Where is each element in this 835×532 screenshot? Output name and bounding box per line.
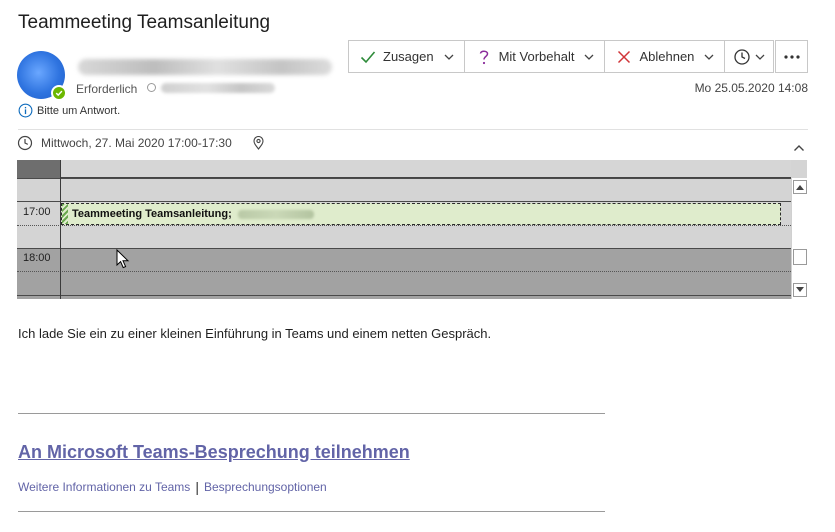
meeting-time-row: Mittwoch, 27. Mai 2020 17:00-17:30 <box>17 135 265 151</box>
recipient-name-redacted[interactable] <box>161 83 275 93</box>
invitation-message: Ich lade Sie ein zu einer kleinen Einfüh… <box>18 326 492 341</box>
calendar-gutter-divider <box>60 160 61 299</box>
response-requested-note: Bitte um Antwort. <box>18 103 120 118</box>
ellipsis-icon <box>783 54 800 59</box>
chevron-down-icon <box>585 54 594 60</box>
presence-available-icon <box>51 85 67 101</box>
triangle-down-icon <box>796 287 804 292</box>
calendar-gridline <box>17 248 791 249</box>
question-icon <box>479 50 488 64</box>
calendar-day-header <box>61 160 791 178</box>
chevron-down-icon <box>444 54 454 60</box>
event-organizer-redacted <box>237 209 314 219</box>
x-icon <box>618 50 631 63</box>
chevron-down-icon <box>755 54 765 60</box>
teams-links-row: Weitere Informationen zu Teams | Besprec… <box>18 479 327 495</box>
calendar-event-label: Teammeeting Teamsanleitung; <box>72 208 232 220</box>
decline-button[interactable]: Ablehnen <box>605 41 726 72</box>
calendar-event[interactable]: Teammeeting Teamsanleitung; <box>61 203 781 225</box>
scroll-thumb[interactable] <box>793 249 807 265</box>
mouse-cursor-icon <box>116 249 130 269</box>
location-pin-icon[interactable] <box>252 136 265 150</box>
triangle-up-icon <box>796 185 804 190</box>
tentative-stripe <box>62 204 68 224</box>
scroll-up-button[interactable] <box>793 180 807 194</box>
calendar-gridline <box>17 295 791 296</box>
meeting-options-link[interactable]: Besprechungsoptionen <box>204 480 327 494</box>
teams-block-divider-bottom <box>18 511 605 512</box>
header-divider <box>18 129 808 130</box>
calendar-time-gutter-header <box>17 160 60 178</box>
meeting-datetime: Mittwoch, 27. Mai 2020 17:00-17:30 <box>41 136 232 150</box>
check-icon <box>360 50 376 63</box>
decline-label: Ablehnen <box>639 49 695 64</box>
recipient-presence-icon <box>147 83 156 92</box>
clock-icon <box>734 48 751 65</box>
scroll-down-button[interactable] <box>793 283 807 297</box>
accept-label: Zusagen <box>383 49 434 64</box>
chevron-down-icon <box>704 54 714 60</box>
more-info-link[interactable]: Weitere Informationen zu Teams <box>18 480 190 494</box>
accept-button[interactable]: Zusagen <box>349 41 465 72</box>
join-teams-meeting-link[interactable]: An Microsoft Teams-Besprechung teilnehme… <box>18 442 410 463</box>
time-label: 17:00 <box>23 206 51 218</box>
snooze-button[interactable] <box>725 41 773 72</box>
response-toolbar: Zusagen Mit Vorbehalt Ablehnen <box>348 40 775 73</box>
teams-block-divider-top <box>18 413 605 414</box>
calendar-gridline <box>17 201 791 202</box>
meeting-title: Teammeeting Teamsanleitung <box>18 12 271 33</box>
more-actions-button[interactable] <box>775 40 808 73</box>
calendar-busy-area <box>17 249 791 299</box>
tentative-label: Mit Vorbehalt <box>498 49 575 64</box>
response-note-text: Bitte um Antwort. <box>37 104 121 117</box>
chevron-up-icon[interactable] <box>793 143 805 153</box>
info-icon <box>18 103 33 118</box>
clock-icon <box>17 135 33 151</box>
calendar-half-hour-line <box>17 271 791 272</box>
calendar-gridline <box>17 178 791 179</box>
time-label: 18:00 <box>23 252 51 264</box>
link-separator: | <box>195 479 199 495</box>
calendar-preview[interactable]: 17:00 18:00 Teammeeting Teamsanleitung; <box>17 160 807 299</box>
calendar-scrollbar[interactable] <box>791 178 807 299</box>
sender-name-redacted <box>78 59 332 75</box>
sent-date: Mo 25.05.2020 14:08 <box>694 81 808 95</box>
required-attendees-label: Erforderlich <box>76 82 138 96</box>
tentative-button[interactable]: Mit Vorbehalt <box>465 41 606 72</box>
calendar-half-hour-line <box>17 225 791 226</box>
